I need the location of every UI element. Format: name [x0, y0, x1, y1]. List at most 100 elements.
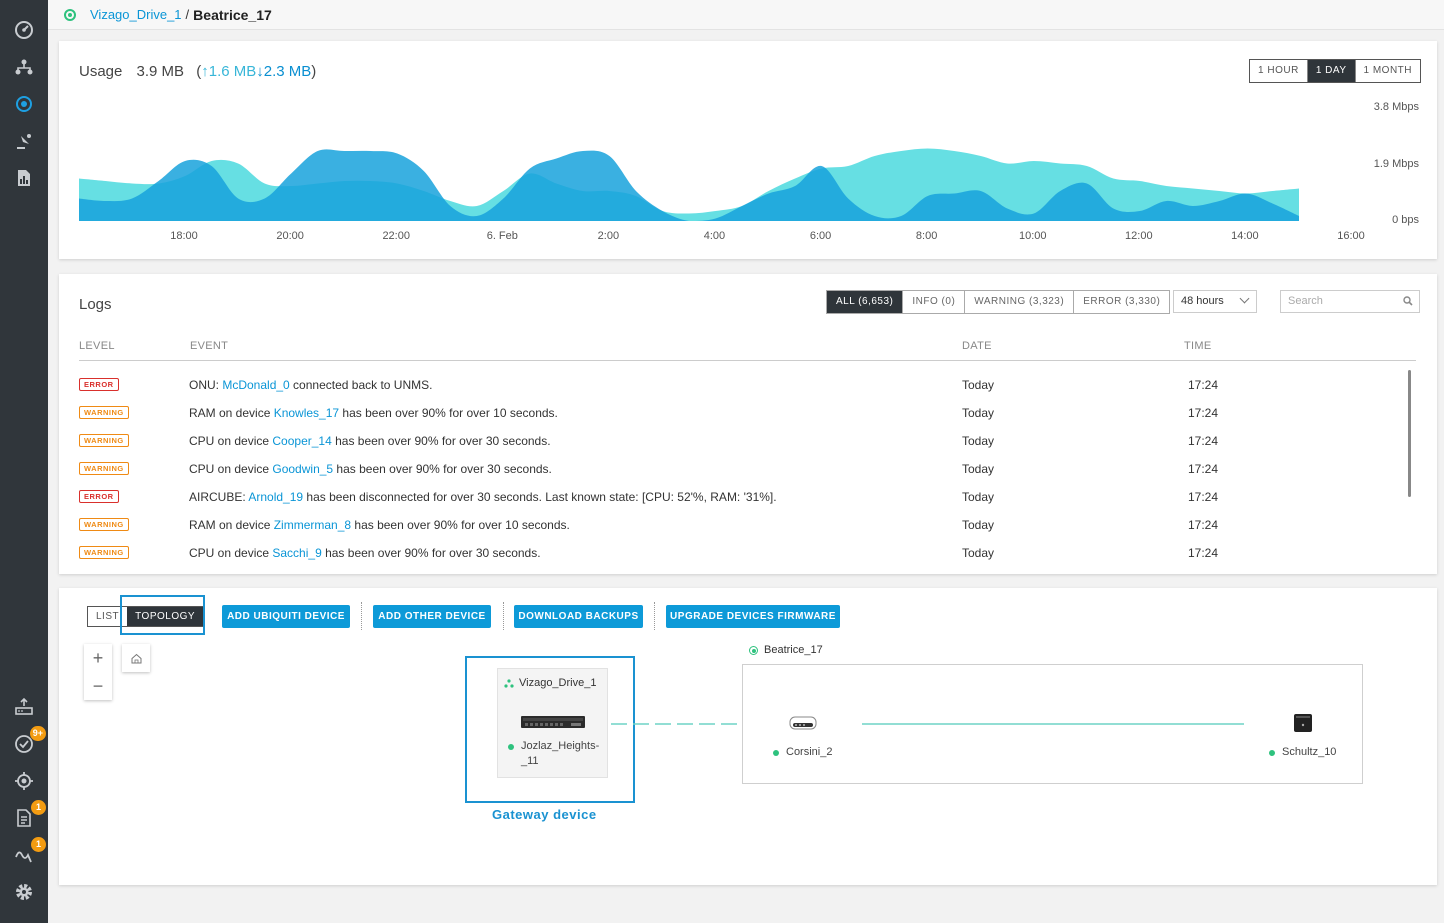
home-button[interactable] — [122, 644, 150, 672]
filter-info[interactable]: INFO (0) — [903, 291, 966, 313]
filter-all[interactable]: ALL (6,653) — [827, 291, 904, 313]
upload-arrow-icon: ↑ — [201, 63, 209, 80]
usage-card: Usage 3.9 MB (↑1.6 MB↓2.3 MB) 1 HOUR 1 D… — [59, 41, 1437, 259]
logs-card: Logs ALL (6,653) INFO (0) WARNING (3,323… — [59, 274, 1437, 574]
outages-badge: 1 — [31, 837, 46, 852]
sidebar: 9+ 1 1 — [0, 0, 48, 923]
log-row: WARNING CPU on device Goodwin_5 has been … — [79, 456, 1399, 484]
breadcrumb-parent-link[interactable]: Vizago_Drive_1 — [90, 7, 182, 22]
x-tick-label: 6:00 — [809, 230, 832, 242]
discovery-icon[interactable] — [12, 769, 36, 793]
logs-badge: 1 — [31, 800, 46, 815]
zoom-in-button[interactable]: + — [84, 644, 112, 672]
wireless-icon[interactable] — [12, 129, 36, 153]
log-row: ERROR AIRCUBE: Arnold_19 has been disconn… — [79, 484, 1399, 512]
column-level[interactable]: LEVEL — [79, 340, 115, 352]
topology-highlight — [120, 595, 205, 635]
online-status-icon — [1269, 750, 1275, 756]
node-b-name[interactable]: Schultz_10 — [1282, 745, 1336, 760]
level-badge: WARNING — [79, 434, 129, 447]
range-1-month[interactable]: 1 MONTH — [1355, 60, 1420, 82]
zoom-controls: + − — [84, 644, 112, 700]
log-row: WARNING CPU on device Sacchi_9 has been o… — [79, 540, 1399, 568]
log-event-suffix: has been disconnected for over 30 second… — [303, 490, 777, 504]
node-b-label: Schultz_10 — [1269, 745, 1336, 760]
log-event-suffix: has been over 90% for over 30 seconds. — [321, 546, 541, 560]
log-date: Today — [962, 546, 995, 560]
log-event-prefix: RAM on device — [189, 518, 274, 532]
sites-icon[interactable] — [12, 55, 36, 79]
log-scrollbar[interactable] — [1408, 370, 1411, 497]
tasks-icon[interactable]: 9+ — [12, 726, 46, 756]
dashboard-icon[interactable] — [12, 18, 36, 42]
settings-icon[interactable] — [12, 880, 36, 904]
x-tick-label: 18:00 — [170, 230, 198, 242]
switch-device-icon[interactable] — [521, 714, 585, 730]
divider — [503, 602, 504, 630]
log-date: Today — [962, 378, 995, 392]
add-ubiquiti-device-button[interactable]: ADD UBIQUITI DEVICE — [222, 605, 350, 628]
download-backups-button[interactable]: DOWNLOAD BACKUPS — [514, 605, 643, 628]
filter-error[interactable]: ERROR (3,330) — [1074, 291, 1170, 313]
log-event-prefix: ONU: — [189, 378, 223, 392]
search-input[interactable]: Search — [1280, 290, 1420, 313]
device-link[interactable]: Sacchi_9 — [272, 546, 321, 560]
log-table-header: LEVEL EVENT DATE TIME — [79, 340, 1416, 361]
log-event: RAM on device Zimmerman_8 has been over … — [189, 518, 570, 532]
log-event-prefix: RAM on device — [189, 406, 274, 420]
filter-warning[interactable]: WARNING (3,323) — [965, 291, 1075, 313]
gateway-link-line — [611, 723, 746, 725]
usage-chart[interactable] — [79, 126, 1299, 221]
add-other-device-button[interactable]: ADD OTHER DEVICE — [373, 605, 491, 628]
column-time[interactable]: TIME — [1184, 340, 1211, 352]
log-event-suffix: has been over 90% for over 30 seconds. — [331, 434, 551, 448]
reports-icon[interactable] — [12, 166, 36, 190]
log-row: WARNING CPU on device Cooper_14 has been … — [79, 428, 1399, 456]
device-link[interactable]: Cooper_14 — [272, 434, 331, 448]
device-link[interactable]: McDonald_0 — [222, 378, 289, 392]
logs-icon[interactable]: 1 — [12, 800, 46, 830]
download-arrow-icon: ↓ — [256, 63, 264, 80]
gateway-caption: Gateway device — [492, 807, 597, 822]
level-badge: ERROR — [79, 378, 119, 391]
usage-download: 2.3 MB — [263, 63, 312, 80]
log-event-suffix: has been over 90% for over 10 seconds. — [351, 518, 570, 532]
node-a-name[interactable]: Corsini_2 — [786, 745, 832, 760]
outages-icon[interactable]: 1 — [12, 837, 46, 867]
device-link[interactable]: Arnold_19 — [248, 490, 303, 504]
log-event-prefix: CPU on device — [189, 434, 273, 448]
tasks-badge: 9+ — [29, 726, 46, 741]
column-date[interactable]: DATE — [962, 340, 992, 352]
x-tick-label: 22:00 — [382, 230, 410, 242]
gateway-device-label: Jozlaz_Heights- _11 — [508, 739, 606, 769]
router-device-icon[interactable] — [789, 715, 817, 731]
log-event: CPU on device Sacchi_9 has been over 90%… — [189, 546, 541, 560]
log-date: Today — [962, 490, 995, 504]
firmware-icon[interactable] — [12, 695, 36, 719]
range-1-day[interactable]: 1 DAY — [1307, 60, 1356, 82]
log-event: CPU on device Goodwin_5 has been over 90… — [189, 462, 552, 476]
gateway-device-name[interactable]: Jozlaz_Heights- — [521, 740, 599, 752]
range-1-hour[interactable]: 1 HOUR — [1250, 60, 1308, 82]
log-time: 17:24 — [1188, 434, 1219, 448]
device-link[interactable]: Goodwin_5 — [272, 462, 333, 476]
log-event-suffix: has been over 90% for over 30 seconds. — [333, 462, 552, 476]
devices-icon[interactable] — [12, 92, 36, 116]
level-badge: WARNING — [79, 462, 129, 475]
chevron-down-icon — [1239, 293, 1250, 304]
device-link[interactable]: Zimmerman_8 — [274, 518, 351, 532]
time-range-selector: 1 HOUR 1 DAY 1 MONTH — [1249, 59, 1421, 83]
device-link[interactable]: Knowles_17 — [274, 406, 339, 420]
level-badge: ERROR — [79, 490, 119, 503]
aircube-device-icon[interactable] — [1293, 713, 1313, 733]
zoom-out-button[interactable]: − — [84, 672, 112, 700]
period-select[interactable]: 48 hours — [1173, 290, 1257, 313]
x-tick-label: 2:00 — [597, 230, 620, 242]
x-tick-label: 12:00 — [1125, 230, 1153, 242]
upgrade-firmware-button[interactable]: UPGRADE DEVICES FIRMWARE — [666, 605, 840, 628]
remote-site-name[interactable]: Beatrice_17 — [764, 644, 823, 656]
column-event[interactable]: EVENT — [190, 340, 228, 352]
gateway-site-node[interactable]: Vizago_Drive_1 Jozlaz_Heights- _11 — [497, 668, 608, 778]
gateway-device-name-cont[interactable]: _11 — [521, 755, 539, 767]
online-status-icon — [508, 744, 514, 750]
